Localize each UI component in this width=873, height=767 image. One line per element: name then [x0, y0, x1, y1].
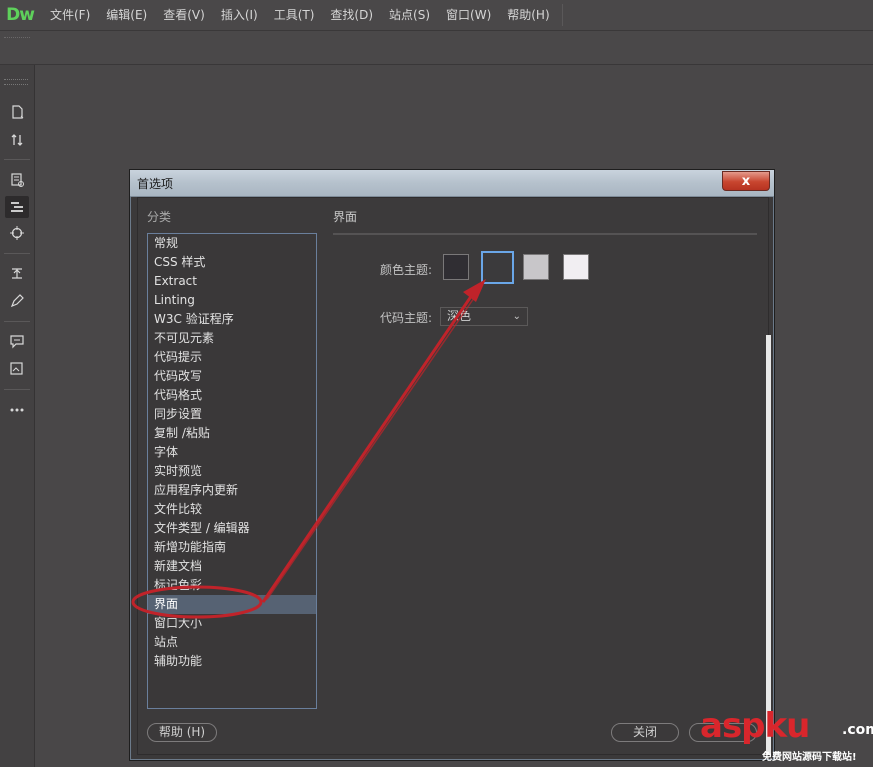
close-button[interactable]: 关闭: [611, 723, 679, 742]
sort-arrows-icon[interactable]: [5, 129, 29, 151]
menu-help[interactable]: 帮助(H): [499, 0, 557, 30]
category-item[interactable]: CSS 样式: [148, 253, 316, 272]
category-item[interactable]: 新建文档: [148, 557, 316, 576]
category-item[interactable]: 新增功能指南: [148, 538, 316, 557]
tool-divider: [4, 321, 30, 322]
panel-grip[interactable]: [4, 79, 28, 85]
dialog-title: 首选项: [137, 177, 174, 191]
category-item[interactable]: 站点: [148, 633, 316, 652]
category-item-interface[interactable]: 界面: [148, 595, 316, 614]
tool-divider: [4, 389, 30, 390]
expand-icon[interactable]: [5, 262, 29, 284]
category-item[interactable]: 文件类型 / 编辑器: [148, 519, 316, 538]
category-item[interactable]: 应用程序内更新: [148, 481, 316, 500]
category-item[interactable]: 代码提示: [148, 348, 316, 367]
menu-file[interactable]: 文件(F): [42, 0, 98, 30]
menu-insert[interactable]: 插入(I): [213, 0, 266, 30]
comment-icon[interactable]: [5, 330, 29, 352]
category-item[interactable]: 窗口大小: [148, 614, 316, 633]
document-toolbar: [0, 31, 873, 65]
category-item[interactable]: 标记色彩: [148, 576, 316, 595]
category-item[interactable]: 复制 /粘贴: [148, 424, 316, 443]
category-item[interactable]: 字体: [148, 443, 316, 462]
category-item[interactable]: 代码改写: [148, 367, 316, 386]
watermark-brand: aspku: [700, 706, 810, 746]
color-theme-swatch-dark[interactable]: [481, 251, 514, 284]
color-theme-swatch-light[interactable]: [523, 254, 549, 280]
help-button[interactable]: 帮助 (H): [147, 723, 217, 742]
watermark-slogan: 免费网站源码下载站!: [762, 752, 857, 763]
watermark: aspku .com 免费网站源码下载站!: [690, 706, 873, 767]
category-item[interactable]: 不可见元素: [148, 329, 316, 348]
new-document-icon[interactable]: [5, 101, 29, 123]
category-item[interactable]: 文件比较: [148, 500, 316, 519]
menu-bar: Dw 文件(F) 编辑(E) 查看(V) 插入(I) 工具(T) 查找(D) 站…: [0, 0, 873, 31]
tool-divider: [4, 253, 30, 254]
watermark-tld: .com: [842, 722, 873, 738]
more-icon[interactable]: [5, 399, 29, 421]
tool-divider: [4, 159, 30, 160]
color-theme-swatch-darkest[interactable]: [443, 254, 469, 280]
code-theme-label: 代码主题:: [380, 311, 433, 325]
code-theme-select[interactable]: 深色 ⌄: [440, 307, 528, 326]
menu-find[interactable]: 查找(D): [322, 0, 381, 30]
panel-title: 界面: [333, 210, 358, 224]
category-item[interactable]: 同步设置: [148, 405, 316, 424]
menu-window[interactable]: 窗口(W): [438, 0, 499, 30]
category-list[interactable]: 常规 CSS 样式 Extract Linting W3C 验证程序 不可见元素…: [147, 233, 317, 709]
category-item[interactable]: Extract: [148, 272, 316, 291]
menu-view[interactable]: 查看(V): [155, 0, 213, 30]
menu-items: 文件(F) 编辑(E) 查看(V) 插入(I) 工具(T) 查找(D) 站点(S…: [42, 0, 558, 30]
category-item[interactable]: 辅助功能: [148, 652, 316, 671]
dialog-close-button[interactable]: x: [722, 171, 770, 191]
code-format-icon[interactable]: [5, 196, 29, 218]
pen-icon[interactable]: [5, 290, 29, 312]
color-theme-swatch-lightest[interactable]: [563, 254, 589, 280]
chevron-down-icon: ⌄: [512, 311, 521, 322]
category-item[interactable]: Linting: [148, 291, 316, 310]
menu-divider: [561, 4, 563, 26]
toolbar-grip[interactable]: [4, 37, 30, 40]
target-icon[interactable]: [5, 222, 29, 244]
inspect-document-icon[interactable]: [5, 169, 29, 191]
preferences-dialog: 首选项 x 分类 常规 CSS 样式 Extract Linting W3C 验…: [129, 169, 775, 761]
category-label: 分类: [147, 210, 172, 224]
menu-tools[interactable]: 工具(T): [266, 0, 323, 30]
code-theme-value: 深色: [447, 309, 472, 323]
category-item[interactable]: 代码格式: [148, 386, 316, 405]
close-icon: x: [741, 173, 751, 189]
menu-edit[interactable]: 编辑(E): [98, 0, 155, 30]
category-item[interactable]: 常规: [148, 234, 316, 253]
color-theme-label: 颜色主题:: [380, 263, 433, 277]
app-logo: Dw: [6, 5, 35, 25]
dialog-titlebar[interactable]: 首选项 x: [130, 170, 774, 197]
tool-panel: [0, 65, 35, 767]
background-scrollbar[interactable]: [766, 335, 771, 755]
menu-site[interactable]: 站点(S): [381, 0, 438, 30]
panel-divider: [333, 233, 757, 235]
image-info-icon[interactable]: [5, 358, 29, 380]
dialog-body: 分类 常规 CSS 样式 Extract Linting W3C 验证程序 不可…: [137, 197, 769, 755]
category-item[interactable]: W3C 验证程序: [148, 310, 316, 329]
category-item[interactable]: 实时预览: [148, 462, 316, 481]
